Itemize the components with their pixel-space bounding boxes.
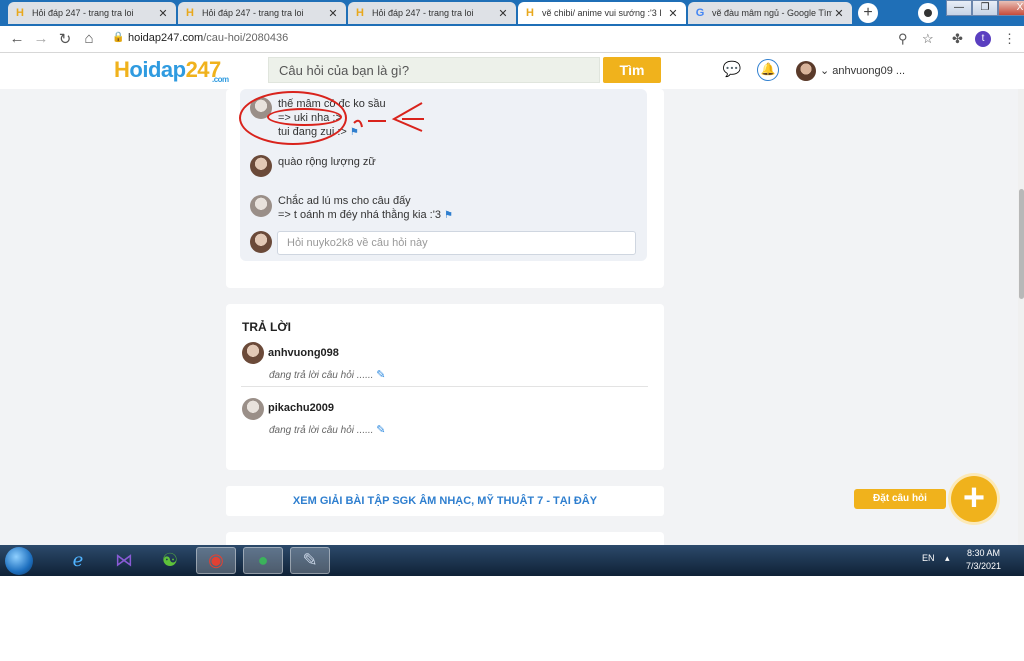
- logo-domain: .com: [212, 75, 229, 84]
- tab-3[interactable]: H Hỏi đáp 247 - trang tra loi ✕: [348, 2, 516, 24]
- comment-input[interactable]: Hỏi nuyko2k8 về câu hỏi này: [277, 231, 636, 255]
- tab-title: Hỏi đáp 247 - trang tra loi: [372, 8, 474, 18]
- comment-text: quào rộng lượng zữ: [278, 156, 376, 168]
- search-input[interactable]: Câu hỏi của bạn là gì?: [268, 57, 600, 83]
- coccoc-browser-icon[interactable]: ☯: [150, 547, 190, 574]
- answer-status: đang trả lời câu hỏi ...... ✎: [269, 368, 385, 381]
- clock-time: 8:30 AM: [967, 548, 1001, 558]
- scrollbar-track[interactable]: [1018, 89, 1024, 545]
- red-annotation-circle-small: [267, 108, 342, 126]
- answerer-name[interactable]: anhvuong098: [268, 347, 339, 359]
- answer-status: đang trả lời câu hỏi ...... ✎: [269, 423, 385, 436]
- ask-question-button[interactable]: Đặt câu hỏi: [854, 489, 946, 509]
- paint-icon[interactable]: ✎: [290, 547, 330, 574]
- search-button[interactable]: Tìm: [603, 57, 661, 83]
- answers-title: TRẢ LỜI: [242, 320, 291, 334]
- extensions-puzzle-icon[interactable]: ✤: [952, 31, 963, 47]
- start-button[interactable]: [5, 547, 33, 575]
- profile-avatar[interactable]: t: [975, 31, 991, 47]
- hoidap-favicon-icon: H: [526, 7, 534, 19]
- window-controls: — ❐ X: [946, 0, 1024, 18]
- internet-explorer-icon[interactable]: ℯ: [58, 547, 98, 574]
- tab-5[interactable]: G vẽ đàu mâm ngủ - Google Tìm ✕: [688, 2, 852, 24]
- notification-bell-icon[interactable]: 🔔: [757, 59, 779, 81]
- close-tab-icon[interactable]: ✕: [666, 7, 680, 20]
- logo-text: oidap: [129, 57, 186, 82]
- tray-chevron-icon[interactable]: ▴: [945, 553, 950, 564]
- lock-icon[interactable]: 🔒: [112, 32, 124, 43]
- commenter-avatar[interactable]: [250, 195, 272, 217]
- google-favicon-icon: G: [695, 7, 705, 19]
- taskbar-clock[interactable]: 8:30 AM 7/3/2021: [966, 547, 1001, 573]
- user-avatar[interactable]: [796, 61, 816, 81]
- commenter-avatar[interactable]: [250, 155, 272, 177]
- tab-title: Hỏi đáp 247 - trang tra loi: [202, 8, 304, 18]
- answerer-name[interactable]: pikachu2009: [268, 402, 334, 414]
- answerer-avatar[interactable]: [242, 342, 264, 364]
- next-card: [226, 532, 664, 545]
- current-user-avatar: [250, 231, 272, 253]
- address-bar[interactable]: hoidap247.com/cau-hoi/2080436: [128, 32, 288, 44]
- pencil-icon: ✎: [376, 369, 386, 381]
- logo-letter: H: [114, 57, 130, 82]
- divider: [241, 386, 648, 387]
- comment-line: Chắc ad lú ms cho câu đấy: [278, 195, 411, 207]
- tab-title: Hỏi đáp 247 - trang tra loi: [32, 8, 134, 18]
- colorful-app-icon[interactable]: ●: [243, 547, 283, 574]
- clock-date: 7/3/2021: [966, 561, 1002, 571]
- hoidap-favicon-icon: H: [356, 7, 364, 19]
- tab-4-active[interactable]: H vẽ chibi/ anime vui sướng :'3 I ✕: [518, 2, 686, 24]
- scrollbar-thumb[interactable]: [1019, 189, 1024, 299]
- back-arrow-icon[interactable]: ←: [8, 30, 26, 47]
- home-icon[interactable]: ⌂: [80, 30, 98, 47]
- close-tab-icon[interactable]: ✕: [326, 7, 340, 20]
- tab-title: vẽ chibi/ anime vui sướng :'3 I: [542, 8, 662, 18]
- minimize-button[interactable]: —: [946, 0, 972, 16]
- comment-text: Chắc ad lú ms cho câu đấy => t oánh m đé…: [278, 194, 453, 223]
- chevron-down-icon: ⌄: [820, 65, 833, 77]
- tab-title: vẽ đàu mâm ngủ - Google Tìm: [712, 8, 832, 18]
- new-tab-button[interactable]: +: [858, 3, 878, 23]
- username-text: anhvuong09 ...: [832, 65, 906, 77]
- report-flag-icon[interactable]: ⚑: [444, 210, 453, 221]
- tab-search-icon[interactable]: [918, 3, 938, 23]
- messages-icon[interactable]: 💬: [722, 60, 742, 80]
- comment-line: => t oánh m đéy nhá thằng kia :'3: [278, 209, 441, 221]
- answer-status-text: đang trả lời câu hỏi ......: [269, 370, 374, 381]
- answers-card: [226, 304, 664, 470]
- tab-2[interactable]: H Hỏi đáp 247 - trang tra loi ✕: [178, 2, 346, 24]
- tab-1[interactable]: H Hỏi đáp 247 - trang tra loi ✕: [8, 2, 176, 24]
- url-path: /cau-hoi/2080436: [203, 32, 289, 44]
- page-content: thế mâm có đc ko sầu => uki nha :> tui đ…: [0, 89, 1024, 545]
- bookmark-star-icon[interactable]: ☆: [922, 31, 934, 47]
- close-window-button[interactable]: X: [998, 0, 1024, 16]
- chrome-icon[interactable]: ◉: [196, 547, 236, 574]
- hoidap-favicon-icon: H: [186, 7, 194, 19]
- menu-kebab-icon[interactable]: ⋮: [1003, 31, 1016, 47]
- restore-button[interactable]: ❐: [972, 0, 998, 16]
- language-indicator[interactable]: EN: [922, 553, 935, 563]
- site-logo[interactable]: Hoidap247 .com: [114, 57, 229, 84]
- red-annotation-arrow: [353, 102, 424, 132]
- hoidap-favicon-icon: H: [16, 7, 24, 19]
- visual-studio-icon[interactable]: ⋈: [104, 547, 144, 574]
- zoom-icon[interactable]: ⚲: [898, 31, 908, 47]
- answerer-avatar[interactable]: [242, 398, 264, 420]
- answer-status-text: đang trả lời câu hỏi ......: [269, 425, 374, 436]
- close-tab-icon[interactable]: ✕: [832, 7, 846, 20]
- reload-icon[interactable]: ↻: [56, 30, 74, 48]
- sgk-banner-link[interactable]: XEM GIẢI BÀI TẬP SGK ÂM NHẠC, MỸ THUẬT 7…: [226, 486, 664, 516]
- header-username[interactable]: ⌄ anhvuong09 ...: [820, 64, 905, 77]
- close-tab-icon[interactable]: ✕: [156, 7, 170, 20]
- url-host: hoidap247.com: [128, 32, 204, 44]
- pencil-icon: ✎: [376, 424, 386, 436]
- close-tab-icon[interactable]: ✕: [496, 7, 510, 20]
- plus-icon[interactable]: +: [951, 476, 997, 522]
- forward-arrow-icon[interactable]: →: [32, 30, 50, 47]
